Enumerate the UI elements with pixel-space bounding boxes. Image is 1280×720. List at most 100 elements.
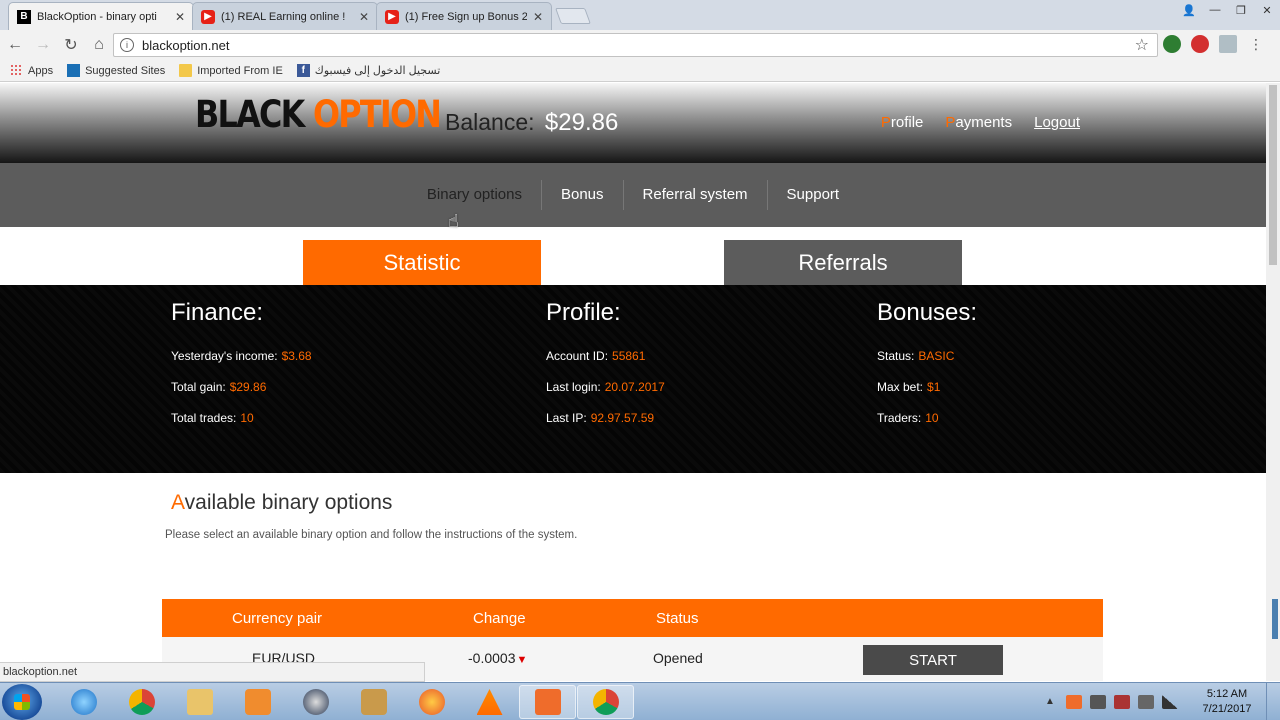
show-hidden-icons[interactable]: ▲ bbox=[1042, 695, 1058, 709]
folder-icon bbox=[186, 689, 213, 715]
payments-link-text: ayments bbox=[955, 114, 1013, 131]
tab-youtube-earning[interactable]: ▶ (1) REAL Earning online ! ✕ bbox=[192, 2, 378, 30]
tab-youtube-bonus[interactable]: ▶ (1) Free Sign up Bonus 2 ✕ bbox=[376, 2, 552, 30]
hand-cursor-icon: ☝ bbox=[448, 211, 459, 231]
window-controls: 👤 — ❐ ✕ bbox=[1176, 0, 1280, 20]
address-bar[interactable]: i blackoption.net ☆ bbox=[113, 33, 1158, 57]
stat-label: Total gain: bbox=[171, 380, 226, 394]
apps-grid-icon bbox=[10, 64, 23, 77]
taskbar-media-player[interactable] bbox=[229, 685, 286, 719]
nav-referral-system[interactable]: Referral system bbox=[622, 180, 767, 210]
home-icon[interactable]: ⌂ bbox=[86, 32, 112, 58]
profile-link[interactable]: Profile bbox=[881, 114, 924, 131]
recorder-tray-icon[interactable] bbox=[1066, 695, 1082, 709]
vlc-icon bbox=[476, 689, 503, 715]
tab-referrals[interactable]: Referrals bbox=[724, 240, 962, 295]
tab-blackoption[interactable]: B BlackOption - binary opti ✕ bbox=[8, 2, 194, 30]
device-icon[interactable] bbox=[1138, 695, 1154, 709]
page-scrollbar[interactable] bbox=[1266, 83, 1280, 681]
chrome-icon bbox=[592, 689, 619, 715]
bookmark-star-icon[interactable]: ☆ bbox=[1135, 35, 1149, 55]
main-nav: Binary options Bonus Referral system Sup… bbox=[0, 163, 1266, 227]
logout-link[interactable]: Logout bbox=[1034, 114, 1080, 131]
taskbar-vlc[interactable] bbox=[461, 685, 518, 719]
status-bar-url: blackoption.net bbox=[0, 662, 425, 682]
status-cell: Opened bbox=[653, 650, 703, 666]
network-signal-icon[interactable] bbox=[1162, 695, 1178, 709]
action-center-icon[interactable] bbox=[1114, 695, 1130, 709]
clock-time: 5:12 AM bbox=[1206, 688, 1248, 700]
menu-icon[interactable]: ⋮ bbox=[1247, 35, 1265, 53]
stat-label: Traders: bbox=[877, 411, 922, 425]
opera-extension-icon[interactable] bbox=[1191, 35, 1209, 53]
stat-label: Total trades: bbox=[171, 411, 237, 425]
bookmark-facebook[interactable]: f تسجيل الدخول إلى فيسبوك bbox=[296, 64, 441, 77]
down-arrow-icon: ▼ bbox=[516, 654, 528, 666]
show-desktop-button[interactable] bbox=[1266, 683, 1280, 720]
site-logo[interactable]: BLACK OPTION bbox=[195, 93, 442, 136]
taskbar-chrome-1[interactable] bbox=[113, 685, 170, 719]
tab-statistic[interactable]: Statistic bbox=[303, 240, 541, 295]
payments-link[interactable]: Payments bbox=[945, 114, 1012, 131]
firefox-icon bbox=[418, 689, 445, 715]
stat-row: Max bet: $1 bbox=[877, 378, 977, 409]
scrollbar-thumb[interactable] bbox=[1269, 85, 1277, 265]
header-currency-pair: Currency pair bbox=[232, 610, 323, 627]
stat-value: $1 bbox=[927, 380, 941, 394]
ib-extension-icon[interactable] bbox=[1219, 35, 1237, 53]
table-header: Currency pair Change Status bbox=[162, 599, 1103, 637]
tab-close-icon[interactable]: ✕ bbox=[533, 10, 543, 24]
youtube-icon: ▶ bbox=[201, 9, 215, 24]
stat-value: 10 bbox=[925, 411, 939, 425]
minimize-icon[interactable]: — bbox=[1202, 0, 1228, 20]
chrome-icon bbox=[128, 689, 155, 715]
extension-icons: ⋮ bbox=[1163, 35, 1265, 53]
stat-value: 55861 bbox=[612, 349, 646, 363]
bookmark-label: تسجيل الدخول إلى فيسبوك bbox=[314, 65, 441, 77]
restore-icon[interactable]: ❐ bbox=[1228, 0, 1254, 20]
browser-toolbar: ← → ↻ ⌂ i blackoption.net ☆ ⋮ bbox=[0, 30, 1280, 60]
stat-row: Total gain: $29.86 bbox=[171, 378, 312, 409]
tab-close-icon[interactable]: ✕ bbox=[175, 10, 185, 24]
system-tray: ▲ 5:12 AM 7/21/2017 bbox=[1038, 683, 1280, 720]
taskbar-app-5[interactable] bbox=[287, 685, 344, 719]
system-clock[interactable]: 5:12 AM 7/21/2017 bbox=[1192, 687, 1262, 717]
nav-support[interactable]: Support bbox=[766, 180, 859, 210]
start-button-icon[interactable] bbox=[2, 684, 42, 720]
stat-row: Yesterday's income: $3.68 bbox=[171, 347, 312, 378]
forward-icon[interactable]: → bbox=[30, 32, 56, 58]
taskbar-app-6[interactable] bbox=[345, 685, 402, 719]
stat-value: 10 bbox=[240, 411, 254, 425]
title-rest: vailable binary options bbox=[184, 491, 393, 514]
folder-icon bbox=[179, 64, 193, 77]
taskbar-explorer[interactable] bbox=[171, 685, 228, 719]
ie-icon bbox=[70, 689, 97, 715]
statistics-panel: Finance: Yesterday's income: $3.68 Total … bbox=[0, 285, 1266, 473]
info-icon[interactable]: i bbox=[120, 38, 134, 52]
taskbar-chrome-2[interactable] bbox=[577, 685, 634, 719]
nav-binary-options[interactable]: Binary options bbox=[408, 180, 541, 210]
profile-section: Profile: Account ID: 55861 Last login: 20.… bbox=[546, 299, 665, 440]
bookmark-label: Apps bbox=[28, 64, 54, 77]
user-icon[interactable]: 👤 bbox=[1176, 0, 1202, 20]
stat-label: Account ID: bbox=[546, 349, 609, 363]
tab-close-icon[interactable]: ✕ bbox=[359, 10, 369, 24]
nav-bonus[interactable]: Bonus bbox=[540, 180, 623, 210]
title-initial: A bbox=[171, 491, 185, 514]
stat-label: Max bet: bbox=[877, 380, 924, 394]
new-tab-button[interactable] bbox=[555, 8, 591, 24]
start-button[interactable]: START bbox=[863, 645, 1003, 675]
taskbar-firefox[interactable] bbox=[403, 685, 460, 719]
bookmark-apps[interactable]: Apps bbox=[10, 64, 53, 77]
stat-row: Traders: 10 bbox=[877, 409, 977, 440]
reload-icon[interactable]: ↻ bbox=[58, 32, 84, 58]
bookmark-suggested-sites[interactable]: Suggested Sites bbox=[67, 64, 165, 77]
taskbar-ie[interactable] bbox=[55, 685, 112, 719]
globe-extension-icon[interactable] bbox=[1163, 35, 1181, 53]
close-window-icon[interactable]: ✕ bbox=[1254, 0, 1280, 20]
taskbar-recorder[interactable] bbox=[519, 685, 576, 719]
bookmark-imported-from-ie[interactable]: Imported From IE bbox=[179, 64, 283, 77]
volume-icon[interactable] bbox=[1090, 695, 1106, 709]
balance-label: Balance: bbox=[445, 109, 535, 135]
back-icon[interactable]: ← bbox=[2, 32, 28, 58]
